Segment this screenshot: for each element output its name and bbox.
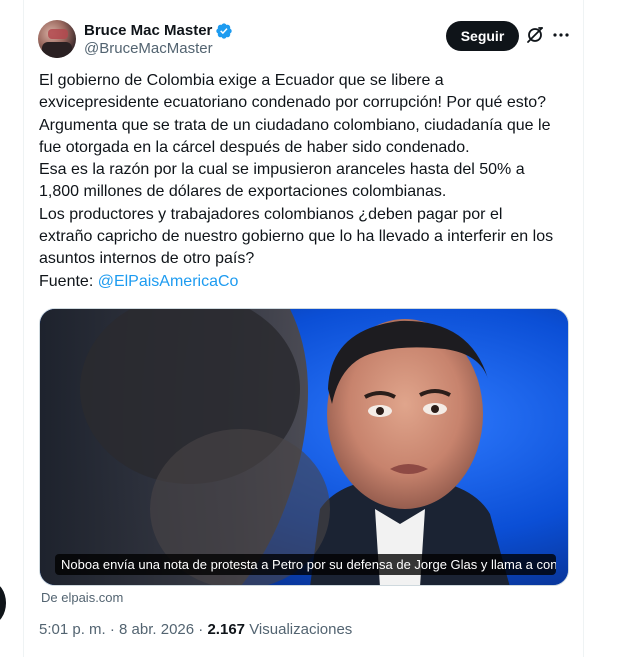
link-card-image[interactable]: Noboa envía una nota de protesta a Petro… — [39, 308, 569, 586]
floating-action-edge[interactable] — [0, 582, 6, 624]
tweet-meta: 5:01 p. m. · 8 abr. 2026 · 2.167 Visuali… — [39, 621, 352, 639]
tweet-line: El gobierno de Colombia exige a Ecuador … — [39, 72, 444, 89]
source-mention-link[interactable]: @ElPaisAmericaCo — [98, 273, 239, 290]
link-card-source[interactable]: De elpais.com — [41, 590, 123, 606]
avatar-detail — [42, 42, 72, 58]
tweet-line: Los productores y trabajadores colombian… — [39, 205, 503, 223]
tweet-line: Esa es la razón por la cual se impusiero… — [39, 161, 525, 179]
tweet-source-line: Fuente: @ElPaisAmericaCo — [39, 271, 579, 293]
tweet-text: El gobierno de Colombia exige a Ecuador … — [39, 70, 579, 293]
tweet-line: asuntos internos de otro país? — [39, 250, 255, 268]
tweet-line: exvicepresidente ecuatoriano condenado p… — [39, 94, 546, 112]
more-horizontal-icon[interactable] — [551, 25, 571, 45]
tweet-line: extraño capricho de nuestro gobierno que… — [39, 228, 554, 246]
views-count: 2.167 — [207, 621, 246, 638]
author-name-row: Bruce Mac Master — [84, 22, 233, 40]
tweet-time[interactable]: 5:01 p. m. — [39, 621, 106, 638]
tweet-date[interactable]: 8 abr. 2026 — [119, 621, 194, 638]
timeline-border-left — [23, 0, 24, 657]
meta-separator: · — [105, 621, 120, 638]
author-display-name[interactable]: Bruce Mac Master — [84, 22, 212, 40]
author-handle[interactable]: @BruceMacMaster — [84, 40, 213, 58]
meta-separator: · — [194, 621, 208, 638]
author-avatar[interactable] — [38, 20, 76, 58]
news-photo — [40, 309, 568, 585]
follow-button[interactable]: Seguir — [446, 21, 519, 51]
tweet-line: Argumenta que se trata de un ciudadano c… — [39, 116, 551, 134]
tweet-line: fue otorgada en la cárcel después de hab… — [39, 138, 470, 156]
grok-icon[interactable] — [525, 25, 545, 45]
verified-badge-icon — [216, 23, 233, 39]
link-card-caption: Noboa envía una nota de protesta a Petro… — [55, 554, 556, 575]
tweet-line: 1,800 millones de dólares de exportacion… — [39, 183, 447, 201]
views-label: Visualizaciones — [249, 621, 353, 638]
source-prefix: Fuente: — [39, 272, 98, 290]
timeline-border-right — [583, 0, 584, 657]
avatar-detail — [48, 29, 68, 39]
